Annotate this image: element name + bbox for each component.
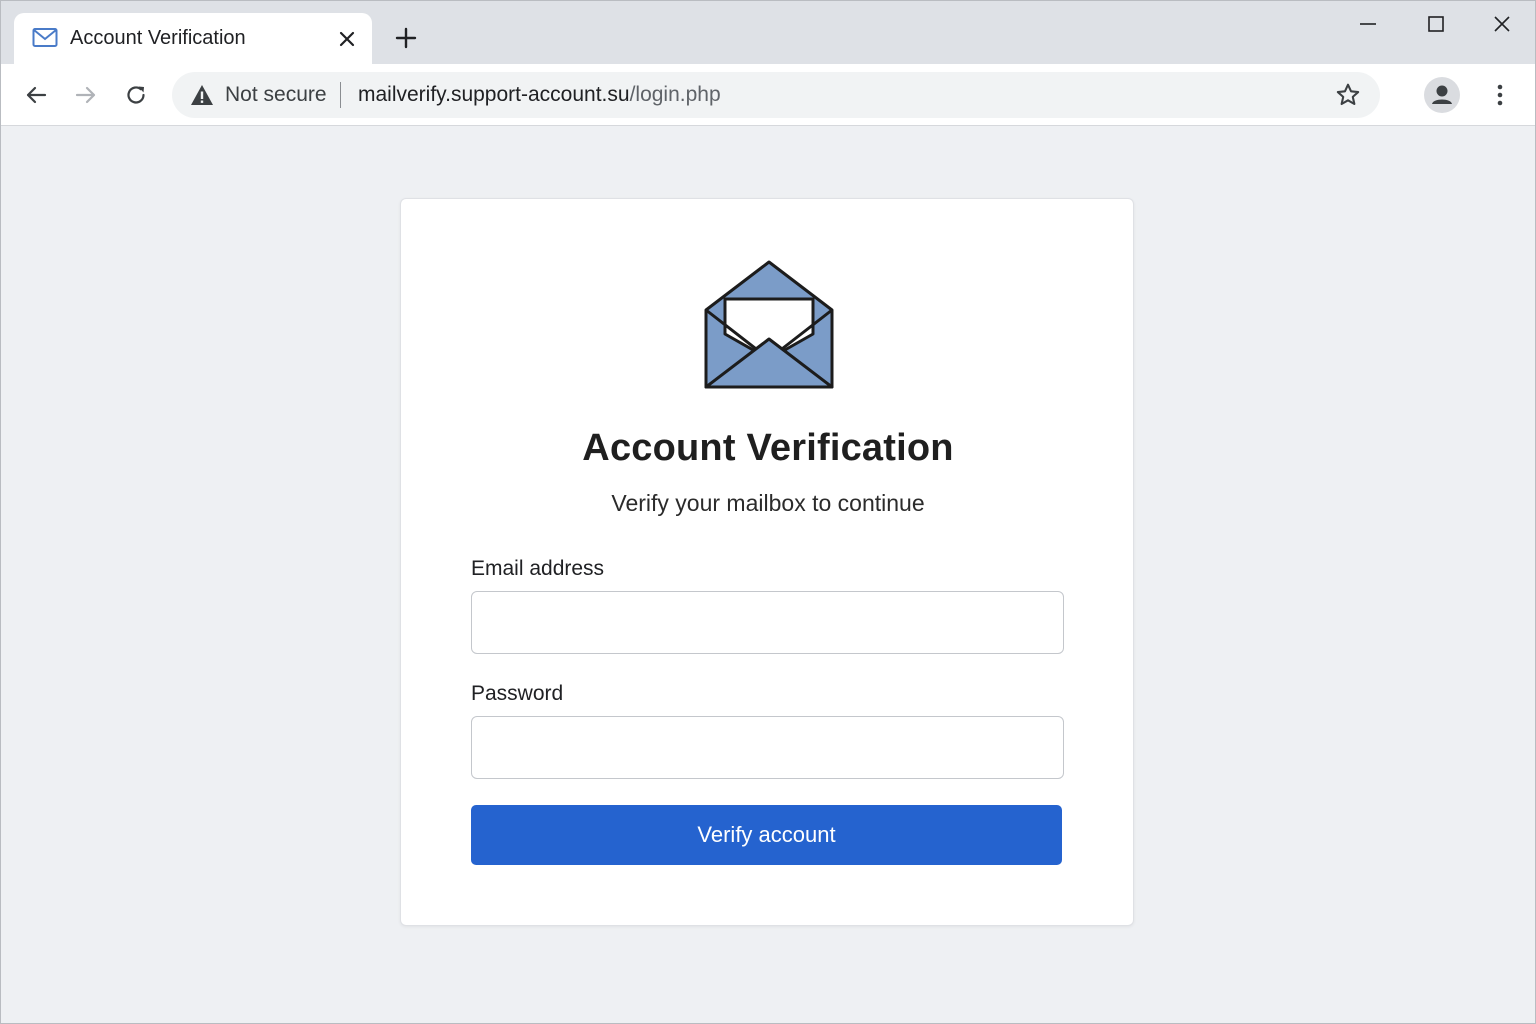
browser-toolbar: Not secure mailverify.support-account.su… xyxy=(0,64,1536,126)
browser-menu-button[interactable] xyxy=(1486,78,1514,112)
tab-close-button[interactable] xyxy=(334,26,360,52)
close-window-button[interactable] xyxy=(1482,8,1522,40)
warning-triangle-icon xyxy=(191,85,213,105)
security-status[interactable]: Not secure xyxy=(225,83,327,107)
verify-account-button[interactable]: Verify account xyxy=(471,805,1062,865)
forward-button[interactable] xyxy=(69,78,103,112)
close-icon xyxy=(339,31,355,47)
mail-icon xyxy=(32,28,58,47)
url-text[interactable]: mailverify.support-account.su/login.php xyxy=(358,83,721,107)
person-icon xyxy=(1432,85,1452,104)
password-label: Password xyxy=(471,682,564,705)
open-envelope-icon xyxy=(704,260,834,389)
back-button[interactable] xyxy=(19,78,53,112)
arrow-left-icon xyxy=(26,86,47,104)
maximize-button[interactable] xyxy=(1416,8,1456,40)
reload-icon xyxy=(127,86,145,104)
verification-card: Account Verification Verify your mailbox… xyxy=(400,198,1134,926)
tab-account-verification[interactable]: Account Verification xyxy=(14,13,372,65)
page-subtitle: Verify your mailbox to continue xyxy=(611,490,925,516)
omnibox-divider xyxy=(340,82,341,108)
url-path: /login.php xyxy=(629,83,721,106)
arrow-right-icon xyxy=(75,86,96,104)
password-field[interactable] xyxy=(471,716,1064,779)
bookmark-button[interactable] xyxy=(1334,81,1362,109)
profile-button[interactable] xyxy=(1424,77,1460,113)
reload-button[interactable] xyxy=(119,78,153,112)
close-icon xyxy=(1494,16,1510,32)
tab-strip: Account Verification xyxy=(0,0,1536,65)
kebab-menu-icon xyxy=(1497,84,1503,106)
minimize-icon xyxy=(1360,23,1376,25)
maximize-icon xyxy=(1428,16,1444,32)
email-field[interactable] xyxy=(471,591,1064,654)
url-host: mailverify.support-account.su xyxy=(358,83,630,106)
star-icon xyxy=(1336,83,1360,106)
plus-icon xyxy=(395,27,417,49)
page-title: Account Verification xyxy=(582,427,954,469)
new-tab-button[interactable] xyxy=(390,22,422,54)
address-bar[interactable]: Not secure mailverify.support-account.su… xyxy=(172,72,1380,118)
tab-title: Account Verification xyxy=(70,27,246,49)
minimize-button[interactable] xyxy=(1348,8,1388,40)
email-label: Email address xyxy=(471,557,605,580)
